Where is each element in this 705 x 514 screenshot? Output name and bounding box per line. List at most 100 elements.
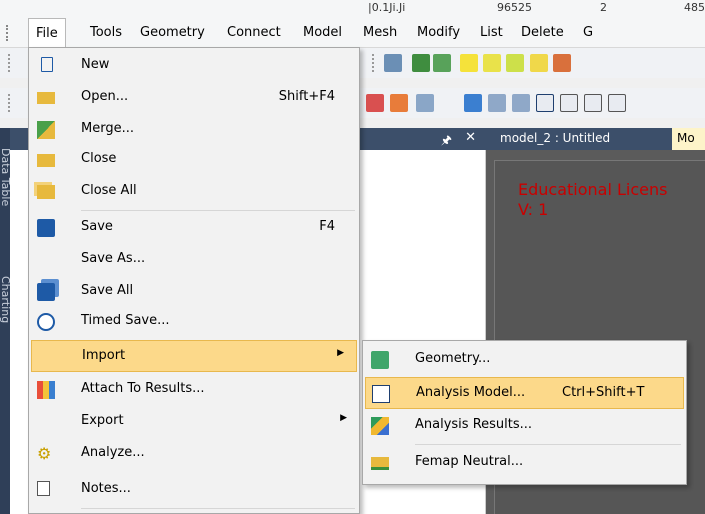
- menu-item-label: Attach To Results...: [81, 381, 205, 396]
- menu-geometry[interactable]: Geometry: [133, 18, 212, 48]
- color-icon[interactable]: [366, 94, 384, 112]
- menu-item-label: Notes...: [81, 481, 131, 496]
- status-value: |0.1Ji.Ji: [368, 1, 406, 14]
- menu-item-close-all[interactable]: Close All: [29, 176, 359, 208]
- select-icon[interactable]: [416, 94, 434, 112]
- attach-results-icon: [37, 381, 55, 399]
- menu-item-notes[interactable]: Notes...: [29, 474, 359, 506]
- submenu-item-femap-neutral[interactable]: Femap Neutral...: [363, 447, 686, 479]
- new-file-icon: [41, 57, 53, 72]
- left-dock-gutter: Data Table Charting: [0, 128, 12, 514]
- status-value: 96525: [497, 1, 532, 14]
- menu-bar: File Tools Geometry Connect Model Mesh M…: [0, 18, 705, 48]
- mesh-icon[interactable]: [433, 54, 451, 72]
- document-tab-bar: model_2 : Untitled Mo: [486, 128, 705, 152]
- menu-mesh[interactable]: Mesh: [356, 18, 404, 48]
- curve-icon[interactable]: [483, 54, 501, 72]
- menu-item-save-as[interactable]: Save As...: [29, 244, 359, 276]
- submenu-item-analysis-results[interactable]: Analysis Results...: [363, 410, 686, 442]
- menu-item-label: Femap Neutral...: [415, 454, 524, 469]
- submenu-arrow-icon: ▶: [340, 413, 347, 423]
- notes-icon: [37, 481, 50, 496]
- timed-save-icon: [37, 313, 55, 331]
- submenu-arrow-icon: ▶: [337, 348, 344, 358]
- import-analysis-results-icon: [371, 417, 389, 435]
- toolbar-grip[interactable]: [8, 54, 11, 72]
- menubar-grip[interactable]: [6, 25, 10, 41]
- surface-icon[interactable]: [506, 54, 524, 72]
- status-value: 485: [684, 1, 705, 14]
- menu-item-label: Analysis Results...: [415, 417, 533, 432]
- status-value: 2: [600, 1, 607, 14]
- menu-item-open[interactable]: Open... Shift+F4: [29, 82, 359, 114]
- license-text: Educational Licens: [518, 180, 668, 199]
- submenu-item-analysis-model[interactable]: Analysis Model... Ctrl+Shift+T: [365, 377, 684, 409]
- close-folder-icon: [37, 154, 55, 167]
- menu-item-close[interactable]: Close: [29, 144, 359, 176]
- element-icon[interactable]: [488, 94, 506, 112]
- solid-icon[interactable]: [412, 54, 430, 72]
- menu-item-label: New: [81, 57, 110, 72]
- submenu-item-geometry[interactable]: Geometry...: [363, 344, 686, 376]
- menu-item-label: Timed Save...: [81, 313, 170, 328]
- menu-item-attach-to-results[interactable]: Attach To Results...: [29, 374, 359, 406]
- save-all-icon: [37, 283, 55, 301]
- grid-icon[interactable]: [536, 94, 554, 112]
- menu-item-save[interactable]: Save F4: [29, 212, 359, 244]
- analyze-icon: ⚙: [37, 444, 52, 463]
- close-icon[interactable]: ✕: [465, 130, 476, 145]
- view-icon[interactable]: [384, 54, 402, 72]
- grid-icon[interactable]: [560, 94, 578, 112]
- layer-icon[interactable]: [390, 94, 408, 112]
- tab-model-2[interactable]: model_2 : Untitled: [500, 131, 610, 145]
- menu-g[interactable]: G: [576, 18, 600, 48]
- element-icon[interactable]: [512, 94, 530, 112]
- menu-item-label: Save All: [81, 283, 134, 298]
- pin-icon[interactable]: 🖈: [441, 131, 452, 152]
- femap-neutral-icon: [371, 457, 389, 470]
- text-icon[interactable]: [530, 54, 548, 72]
- menu-item-label: Merge...: [81, 121, 134, 136]
- menu-item-label: Save As...: [81, 251, 146, 266]
- grid-icon[interactable]: [584, 94, 602, 112]
- toolbar-grip[interactable]: [372, 54, 375, 72]
- menu-item-save-all[interactable]: Save All: [29, 276, 359, 308]
- save-icon: [37, 219, 55, 237]
- menu-item-analyze[interactable]: ⚙ Analyze...: [29, 438, 359, 470]
- menu-item-export[interactable]: Export ▶: [29, 406, 359, 438]
- menu-item-label: Close All: [81, 183, 137, 198]
- menu-item-label: Close: [81, 151, 117, 166]
- menu-connect[interactable]: Connect: [220, 18, 288, 48]
- menu-item-label: Geometry...: [415, 351, 491, 366]
- open-folder-icon: [37, 92, 55, 104]
- menu-separator: [415, 444, 681, 445]
- menu-item-timed-save[interactable]: Timed Save...: [29, 306, 359, 338]
- import-submenu: Geometry... Analysis Model... Ctrl+Shift…: [362, 340, 687, 485]
- menu-list[interactable]: List: [473, 18, 510, 48]
- merge-icon: [37, 121, 55, 139]
- menu-item-new[interactable]: New: [29, 50, 359, 82]
- menu-delete[interactable]: Delete: [514, 18, 571, 48]
- menu-model[interactable]: Model: [296, 18, 349, 48]
- menu-modify[interactable]: Modify: [410, 18, 467, 48]
- menu-file[interactable]: File: [28, 18, 66, 48]
- point-icon[interactable]: [460, 54, 478, 72]
- menu-item-merge[interactable]: Merge...: [29, 114, 359, 146]
- volume-icon[interactable]: [553, 54, 571, 72]
- toolbar-grip[interactable]: [8, 94, 11, 112]
- import-geometry-icon: [371, 351, 389, 369]
- menu-item-label: Import: [82, 348, 126, 363]
- menu-item-label: Open...: [81, 89, 129, 104]
- menu-item-import[interactable]: Import ▶: [31, 340, 357, 372]
- import-analysis-model-icon: [372, 385, 390, 403]
- menu-item-shortcut: Ctrl+Shift+T: [562, 385, 645, 400]
- file-menu-dropdown: New Open... Shift+F4 Merge... Close Clos…: [28, 47, 360, 514]
- close-all-icon: [37, 185, 55, 199]
- menu-item-label: Analyze...: [81, 445, 145, 460]
- grid-icon[interactable]: [608, 94, 626, 112]
- element-icon[interactable]: [464, 94, 482, 112]
- tab-model-active[interactable]: Mo: [672, 128, 705, 152]
- menu-tools[interactable]: Tools: [83, 18, 129, 48]
- menu-item-label: Analysis Model...: [416, 385, 526, 400]
- menu-separator: [81, 210, 355, 211]
